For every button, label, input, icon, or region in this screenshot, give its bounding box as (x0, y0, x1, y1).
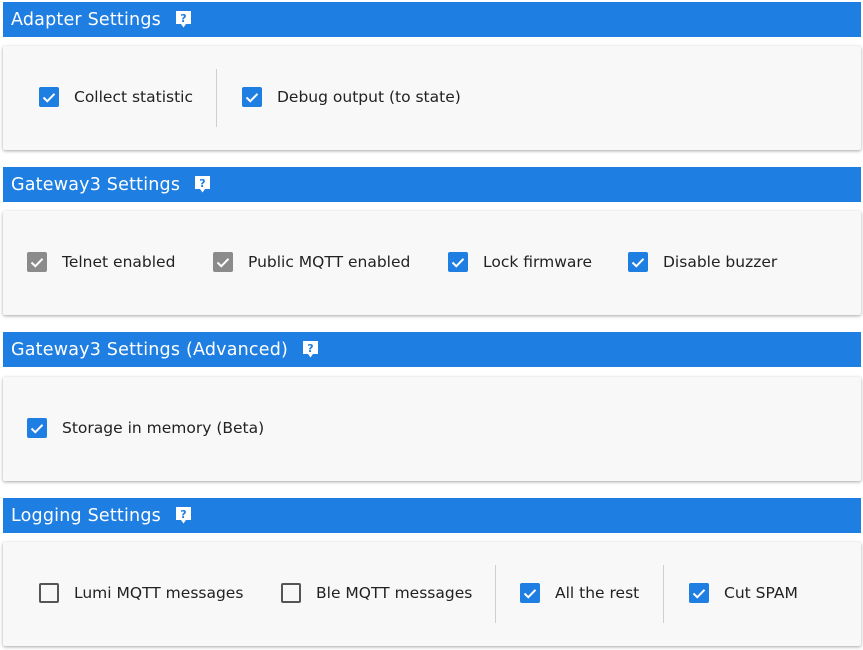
ble-mqtt-messages-label: Ble MQTT messages (316, 584, 473, 602)
svg-text:?: ? (180, 12, 187, 25)
gateway3-advanced-settings-header: Gateway3 Settings (Advanced) ? (3, 332, 861, 367)
check-icon[interactable] (520, 583, 540, 603)
storage-in-memory-checkbox[interactable]: Storage in memory (Beta) (27, 418, 264, 438)
gateway3-advanced-settings-title: Gateway3 Settings (Advanced) (11, 339, 289, 360)
gateway3-advanced-settings-card: Storage in memory (Beta) (3, 377, 861, 481)
logging-settings-header: Logging Settings ? (3, 498, 861, 533)
lumi-mqtt-messages-label: Lumi MQTT messages (74, 584, 244, 602)
divider (216, 69, 217, 127)
debug-output-label: Debug output (to state) (277, 88, 461, 106)
check-icon[interactable] (27, 418, 47, 438)
help-icon[interactable]: ? (175, 10, 192, 29)
gateway3-settings-header: Gateway3 Settings ? (3, 167, 861, 202)
disable-buzzer-label: Disable buzzer (663, 253, 778, 271)
disable-buzzer-checkbox[interactable]: Disable buzzer (628, 252, 777, 272)
svg-text:?: ? (199, 177, 206, 190)
checkbox-empty-icon[interactable] (39, 583, 59, 603)
check-icon[interactable] (448, 252, 468, 272)
logging-settings-card: Lumi MQTT messages Ble MQTT messages All… (3, 542, 861, 646)
check-icon[interactable] (27, 252, 47, 272)
help-icon[interactable]: ? (194, 175, 211, 194)
cut-spam-checkbox[interactable]: Cut SPAM (689, 583, 798, 603)
check-icon[interactable] (628, 252, 648, 272)
ble-mqtt-messages-checkbox[interactable]: Ble MQTT messages (281, 583, 472, 603)
telnet-enabled-label: Telnet enabled (62, 253, 176, 271)
adapter-settings-title: Adapter Settings (11, 9, 161, 30)
debug-output-checkbox[interactable]: Debug output (to state) (242, 87, 461, 107)
help-icon[interactable]: ? (175, 506, 192, 525)
check-icon[interactable] (689, 583, 709, 603)
divider (663, 565, 664, 623)
all-the-rest-checkbox[interactable]: All the rest (520, 583, 639, 603)
public-mqtt-enabled-label: Public MQTT enabled (248, 253, 411, 271)
check-icon[interactable] (213, 252, 233, 272)
svg-text:?: ? (307, 342, 314, 355)
help-icon[interactable]: ? (302, 340, 319, 359)
gateway3-settings-card: Telnet enabled Public MQTT enabled Lock … (3, 211, 861, 315)
collect-statistic-label: Collect statistic (74, 88, 193, 106)
storage-in-memory-label: Storage in memory (Beta) (62, 419, 265, 437)
public-mqtt-enabled-checkbox[interactable]: Public MQTT enabled (213, 252, 410, 272)
gateway3-settings-title: Gateway3 Settings (11, 174, 181, 195)
adapter-settings-card: Collect statistic Debug output (to state… (3, 46, 861, 150)
telnet-enabled-checkbox[interactable]: Telnet enabled (27, 252, 175, 272)
cut-spam-label: Cut SPAM (724, 584, 798, 602)
logging-settings-title: Logging Settings (11, 505, 161, 526)
check-icon[interactable] (242, 87, 262, 107)
lock-firmware-label: Lock firmware (483, 253, 592, 271)
svg-text:?: ? (180, 508, 187, 521)
lumi-mqtt-messages-checkbox[interactable]: Lumi MQTT messages (39, 583, 243, 603)
adapter-settings-header: Adapter Settings ? (3, 2, 861, 37)
checkbox-empty-icon[interactable] (281, 583, 301, 603)
check-icon[interactable] (39, 87, 59, 107)
lock-firmware-checkbox[interactable]: Lock firmware (448, 252, 592, 272)
all-the-rest-label: All the rest (555, 584, 640, 602)
divider (495, 565, 496, 623)
collect-statistic-checkbox[interactable]: Collect statistic (39, 87, 193, 107)
